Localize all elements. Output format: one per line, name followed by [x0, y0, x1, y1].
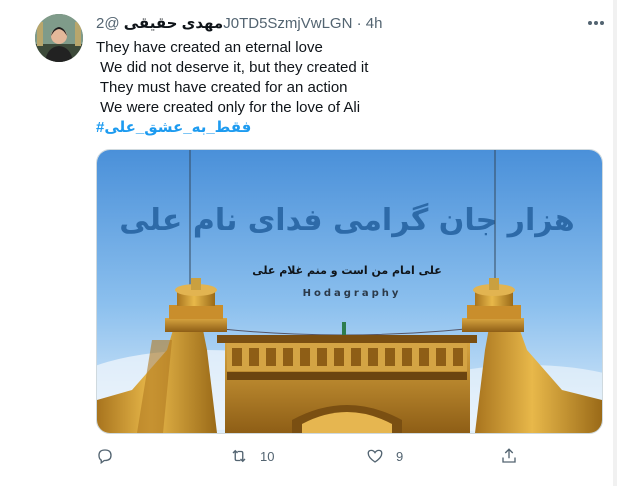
subtitle-text: علی امام من است و منم غلام علی [252, 264, 441, 277]
more-options-button[interactable] [583, 12, 609, 34]
avatar[interactable] [35, 14, 83, 62]
scrollbar[interactable] [613, 0, 617, 486]
calligraphy-text: هزار جان گرامی فدای نام علی [119, 202, 574, 238]
like-count: 9 [396, 448, 404, 464]
share-button[interactable] [500, 445, 518, 467]
tweet-line: They must have created for an action [96, 79, 348, 96]
retweet-icon [232, 449, 246, 463]
heart-icon [367, 449, 383, 463]
reply-button[interactable] [96, 445, 126, 467]
share-icon [502, 448, 516, 463]
tweet-line: They have created an eternal love [96, 39, 323, 56]
tweet-header: مهدی حقیقی @2J0TD5SzmjVwLGN · 4h [96, 14, 596, 34]
timestamp[interactable]: 4h [366, 15, 383, 32]
more-icon [588, 21, 604, 25]
like-button[interactable]: 9 [366, 445, 403, 467]
action-bar: 10 9 [96, 445, 601, 467]
tweet-text: They have created an eternal love We did… [96, 38, 596, 138]
retweet-count: 10 [260, 448, 275, 464]
separator: · [356, 15, 362, 32]
tweet-image[interactable]: هزار جان گرامی فدای نام علی علی امام من … [96, 149, 603, 434]
retweet-button[interactable]: 10 [230, 445, 274, 467]
avatar-image [35, 14, 83, 62]
reply-icon [98, 449, 112, 465]
tweet-line: We did not deserve it, but they created … [96, 59, 369, 76]
hashtag-link[interactable]: #فقط_به_عشق_علی [96, 118, 596, 138]
shrine-image: هزار جان گرامی فدای نام علی علی امام من … [97, 150, 602, 433]
author-name[interactable]: مهدی حقیقی [124, 15, 223, 32]
tweet-line: We were created only for the love of Ali [96, 99, 361, 116]
tweet[interactable]: مهدی حقیقی @2J0TD5SzmjVwLGN · 4h They ha… [0, 0, 617, 486]
watermark-text: Hodagraphy [303, 288, 402, 299]
